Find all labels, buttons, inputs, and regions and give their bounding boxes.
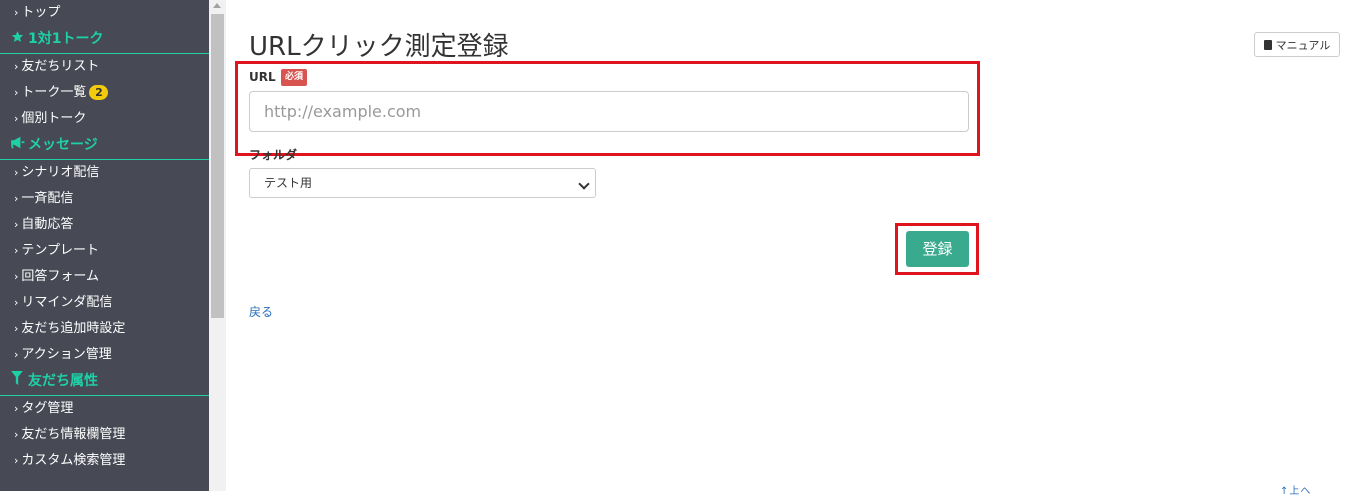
sidebar-item-label: タグ管理 — [21, 401, 74, 416]
chevron-right-icon: › — [14, 322, 19, 335]
sidebar-item-label: 友だち追加時設定 — [21, 321, 126, 336]
sidebar-heading: 友だち属性 — [0, 368, 209, 396]
sidebar-item-label: テンプレート — [21, 243, 100, 258]
sidebar-item-label: カスタム検索管理 — [21, 453, 126, 468]
submit-button[interactable]: 登録 — [906, 231, 969, 267]
sidebar-item-label: 友だち情報欄管理 — [21, 427, 126, 442]
sidebar-item[interactable]: › トーク一覧 2 — [0, 80, 209, 106]
sidebar-item[interactable]: › リマインダ配信 — [0, 290, 209, 316]
sidebar-heading: 1対1トーク — [0, 26, 209, 54]
sidebar-item-label: 友だちリスト — [21, 59, 100, 74]
sidebar-heading-label: 1対1トーク — [28, 31, 104, 47]
folder-select[interactable]: テスト用 — [249, 168, 596, 198]
star-icon — [8, 26, 26, 53]
chevron-right-icon: › — [14, 428, 19, 441]
sidebar: › トップ 1対1トーク › 友だちリスト › トーク一覧 2 › 個別トーク メッセージ › シナリオ… — [0, 0, 209, 491]
chevron-right-icon: › — [14, 270, 19, 283]
sidebar-item-label: シナリオ配信 — [21, 165, 100, 180]
chevron-right-icon: › — [14, 218, 19, 231]
chevron-right-icon: › — [14, 296, 19, 309]
sidebar-heading-label: 友だち属性 — [28, 373, 98, 389]
sidebar-item-label: アクション管理 — [21, 347, 112, 362]
chevron-right-icon: › — [14, 60, 19, 73]
chevron-right-icon: › — [14, 348, 19, 361]
sidebar-item[interactable]: › 個別トーク — [0, 106, 209, 132]
sidebar-item[interactable]: › 友だち追加時設定 — [0, 316, 209, 342]
sidebar-item-label: 自動応答 — [21, 217, 74, 232]
url-label: URL — [249, 70, 276, 84]
sidebar-item-label: トップ — [21, 5, 61, 20]
chevron-right-icon: › — [14, 86, 19, 99]
page-title: URLクリック測定登録 — [249, 32, 509, 62]
megaphone-icon — [8, 132, 26, 159]
book-icon — [1263, 40, 1272, 50]
scroll-up-arrow-icon[interactable] — [213, 3, 221, 8]
sidebar-item[interactable]: › トップ — [0, 0, 209, 26]
sidebar-item[interactable]: › 一斉配信 — [0, 186, 209, 212]
sidebar-item[interactable]: › 友だち情報欄管理 — [0, 422, 209, 448]
manual-button[interactable]: マニュアル — [1254, 32, 1340, 57]
folder-label: フォルダ — [249, 148, 298, 162]
sidebar-heading-label: メッセージ — [28, 137, 98, 153]
chevron-right-icon: › — [14, 112, 19, 125]
chevron-right-icon: › — [14, 6, 19, 19]
chevron-right-icon: › — [14, 192, 19, 205]
folder-select-value: テスト用 — [264, 176, 313, 190]
sidebar-item[interactable]: › アクション管理 — [0, 342, 209, 368]
sidebar-item[interactable]: › シナリオ配信 — [0, 160, 209, 186]
unread-count-badge: 2 — [89, 85, 109, 100]
scroll-to-top-link[interactable]: ↑上へ — [1280, 482, 1311, 497]
sidebar-scrollbar[interactable] — [209, 0, 226, 491]
sidebar-item-label: トーク一覧 — [21, 85, 87, 100]
sidebar-item[interactable]: › テンプレート — [0, 238, 209, 264]
sidebar-item[interactable]: › 友だちリスト — [0, 54, 209, 80]
sidebar-item[interactable]: › 自動応答 — [0, 212, 209, 238]
sidebar-item[interactable]: › カスタム検索管理 — [0, 448, 209, 474]
manual-button-label: マニュアル — [1275, 39, 1331, 52]
sidebar-item-label: 個別トーク — [21, 111, 87, 126]
back-link[interactable]: 戻る — [249, 303, 273, 320]
sidebar-item-label: 一斉配信 — [21, 191, 74, 206]
chevron-right-icon: › — [14, 402, 19, 415]
chevron-down-icon — [578, 178, 590, 190]
sidebar-item[interactable]: › タグ管理 — [0, 396, 209, 422]
url-input[interactable] — [249, 91, 969, 132]
sidebar-nav: › トップ 1対1トーク › 友だちリスト › トーク一覧 2 › 個別トーク メッセージ › シナリオ… — [0, 0, 209, 474]
scroll-thumb[interactable] — [211, 14, 224, 318]
sidebar-item-label: 回答フォーム — [21, 269, 100, 284]
sidebar-item[interactable]: › 回答フォーム — [0, 264, 209, 290]
chevron-right-icon: › — [14, 454, 19, 467]
chevron-right-icon: › — [14, 166, 19, 179]
chevron-right-icon: › — [14, 244, 19, 257]
sidebar-heading: メッセージ — [0, 132, 209, 160]
required-badge: 必須 — [281, 69, 308, 86]
filter-icon — [8, 368, 26, 395]
sidebar-item-label: リマインダ配信 — [21, 295, 113, 310]
